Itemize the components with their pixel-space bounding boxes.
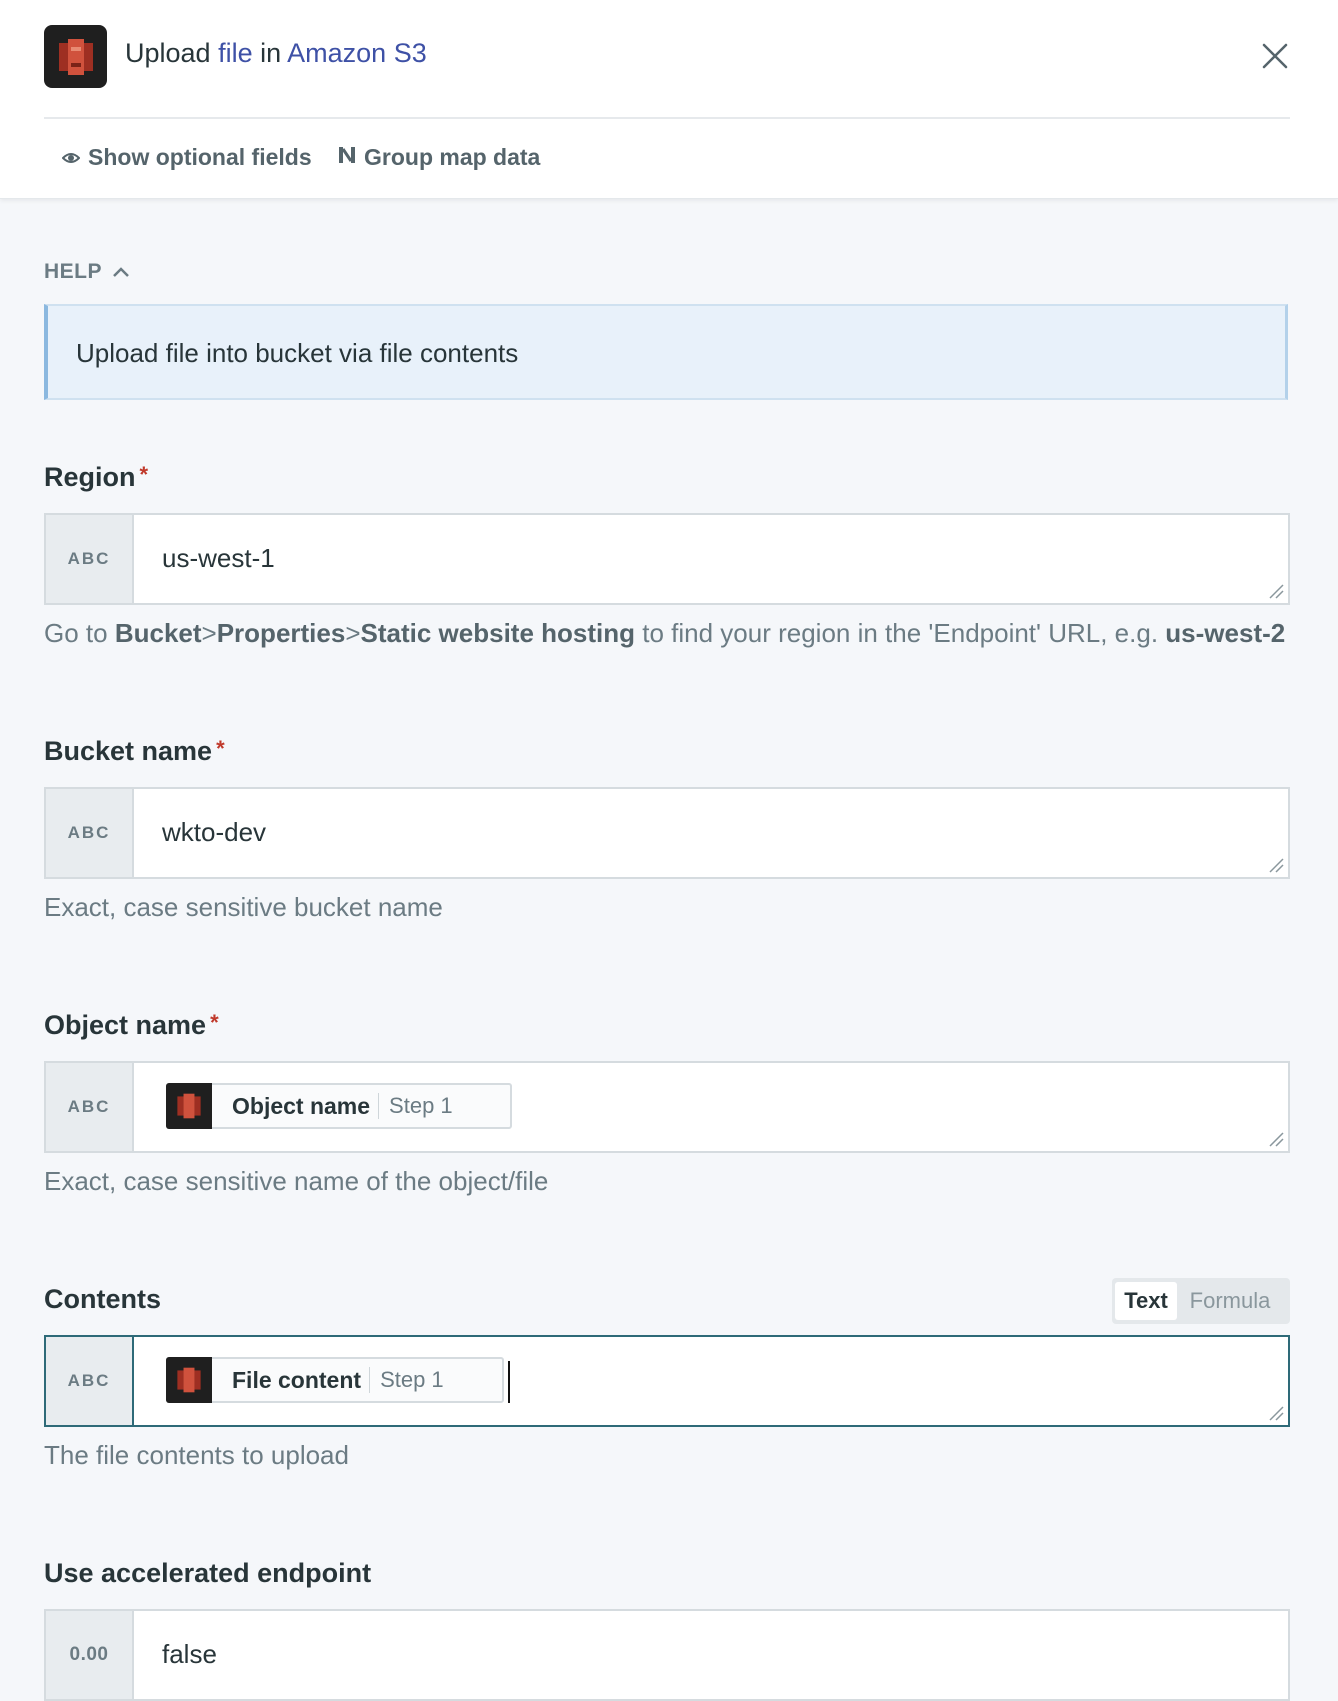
bucket-name-input[interactable]: ABC wkto-dev	[44, 787, 1290, 879]
group-map-data-button[interactable]: Group map data	[338, 144, 540, 171]
contents-label: Contents	[44, 1284, 161, 1314]
type-indicator: ABC	[46, 515, 134, 603]
datapill-file-content[interactable]: File content Step 1	[166, 1357, 504, 1403]
title-action-link[interactable]: file	[218, 38, 253, 68]
region-label: Region *	[44, 462, 149, 492]
required-mark: *	[210, 1010, 219, 1035]
resize-handle-icon[interactable]	[1268, 583, 1284, 599]
required-mark: *	[139, 462, 149, 487]
help-box: Upload file into bucket via file content…	[44, 304, 1288, 400]
group-map-icon	[338, 144, 356, 171]
dialog-header: Upload file in Amazon S3 Show optional f…	[0, 0, 1338, 199]
datapill-step: Step 1	[380, 1367, 444, 1392]
bucket-name-hint: Exact, case sensitive bucket name	[44, 892, 443, 922]
contents-input[interactable]: ABC File content Step 1	[44, 1335, 1290, 1427]
region-input[interactable]: ABC us-west-1	[44, 513, 1290, 605]
mode-text-button[interactable]: Text	[1115, 1282, 1177, 1320]
group-map-data-label: Group map data	[364, 144, 541, 170]
amazon-s3-icon	[44, 25, 107, 88]
show-optional-fields-label: Show optional fields	[88, 144, 312, 170]
type-indicator: ABC	[46, 1337, 134, 1425]
type-indicator: 0.00	[46, 1611, 134, 1699]
amazon-s3-icon	[166, 1357, 212, 1403]
input-mode-toggle: Text Formula	[1112, 1278, 1290, 1324]
object-name-hint: Exact, case sensitive name of the object…	[44, 1166, 549, 1196]
accelerated-endpoint-value: false	[162, 1639, 217, 1669]
datapill-name: File content	[232, 1366, 362, 1393]
chevron-up-icon	[112, 260, 130, 284]
resize-handle-icon[interactable]	[1268, 857, 1284, 873]
header-divider	[44, 117, 1290, 119]
required-mark: *	[216, 736, 225, 761]
datapill-name: Object name	[232, 1092, 371, 1119]
contents-hint: The file contents to upload	[44, 1440, 349, 1470]
help-label: HELP	[44, 260, 103, 283]
amazon-s3-icon	[166, 1083, 212, 1129]
region-hint: Go to Bucket>Properties>Static website h…	[44, 618, 1286, 648]
text-cursor	[508, 1361, 510, 1403]
title-prefix: Upload	[125, 38, 211, 68]
resize-handle-icon[interactable]	[1268, 1131, 1284, 1147]
datapill-object-name[interactable]: Object name Step 1	[166, 1083, 512, 1129]
close-icon[interactable]	[1259, 40, 1291, 72]
datapill-step: Step 1	[389, 1093, 453, 1118]
help-toggle[interactable]: HELP	[44, 260, 130, 284]
object-name-label: Object name *	[44, 1010, 219, 1040]
accelerated-endpoint-input[interactable]: 0.00 false	[44, 1609, 1290, 1701]
dialog-title: Upload file in Amazon S3	[125, 38, 427, 69]
accelerated-endpoint-label: Use accelerated endpoint	[44, 1558, 372, 1588]
object-name-input[interactable]: ABC Object name Step 1	[44, 1061, 1290, 1153]
bucket-name-label: Bucket name *	[44, 736, 225, 766]
title-app-link[interactable]: Amazon S3	[287, 38, 427, 68]
eye-icon	[61, 144, 81, 171]
type-indicator: ABC	[46, 1063, 134, 1151]
help-text: Upload file into bucket via file content…	[76, 338, 519, 368]
region-value: us-west-1	[162, 543, 275, 573]
show-optional-fields-button[interactable]: Show optional fields	[61, 144, 312, 171]
title-in: in	[260, 38, 282, 68]
bucket-name-value: wkto-dev	[162, 817, 267, 847]
mode-formula-button[interactable]: Formula	[1177, 1282, 1283, 1320]
type-indicator: ABC	[46, 789, 134, 877]
resize-handle-icon[interactable]	[1268, 1405, 1284, 1421]
